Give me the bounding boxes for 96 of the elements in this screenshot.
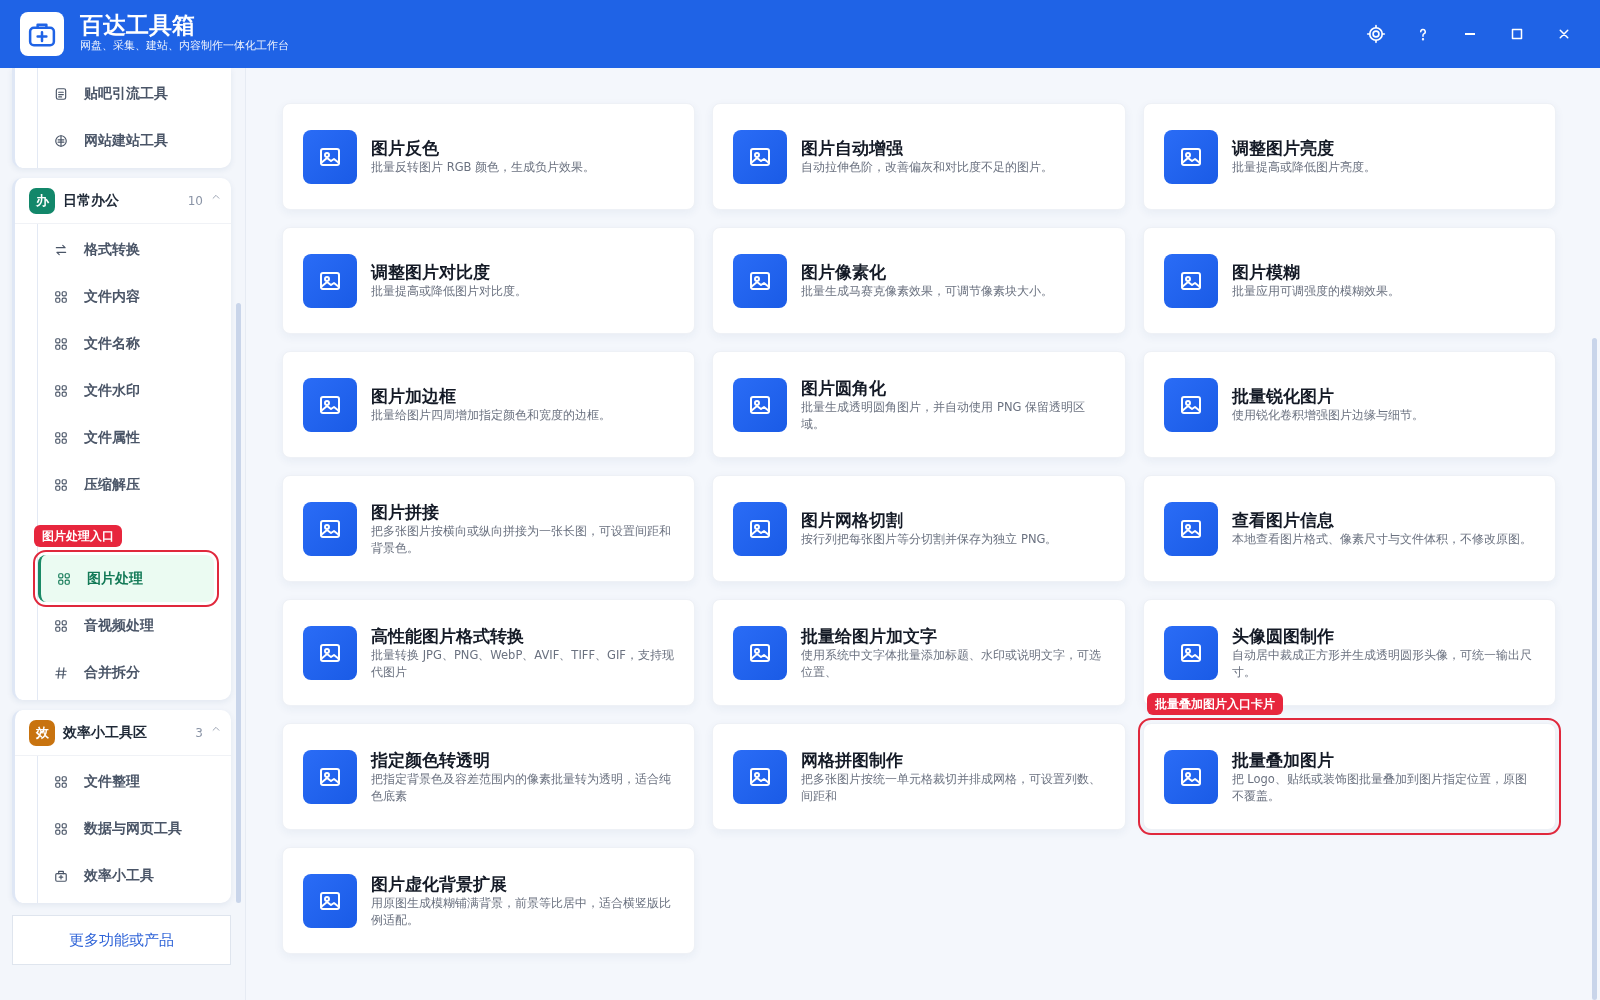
card-title: 查看图片信息 xyxy=(1231,509,1335,532)
app-subtitle: 网盘、采集、建站、内容制作一体化工作台 xyxy=(80,38,289,55)
grid-icon xyxy=(54,821,68,836)
scrollbar-thumb[interactable] xyxy=(1592,338,1597,1000)
grid-icon xyxy=(54,618,68,633)
tool-card[interactable]: 图片虚化背景扩展 用原图生成模糊铺满背景，前景等比居中，适合横竖版比例适配。 xyxy=(282,847,696,954)
globe-icon xyxy=(54,133,68,148)
grid-icon xyxy=(54,336,68,351)
tool-card[interactable]: 批量给图片加文字 使用系统中文字体批量添加标题、水印或说明文字，可选位置、 xyxy=(712,599,1126,706)
card-description: 用原图生成模糊铺满背景，前景等比居中，适合横竖版比例适配。 xyxy=(371,894,672,929)
card-description: 批量生成透明圆角图片，并自动使用 PNG 保留透明区域。 xyxy=(801,398,1087,433)
card-description: 把 Logo、贴纸或装饰图批量叠加到图片指定位置，原图不覆盖。 xyxy=(1231,770,1528,805)
card-title: 图片虚化背景扩展 xyxy=(371,872,508,895)
card-title: 图片网格切割 xyxy=(801,509,905,532)
minimize-icon xyxy=(1465,33,1475,35)
card-description: 使用锐化卷积增强图片边缘与细节。 xyxy=(1231,407,1425,424)
tool-card[interactable]: 指定颜色转透明 把指定背景色及容差范围内的像素批量转为透明，适合纯色底素 xyxy=(282,723,696,830)
card-description: 使用系统中文字体批量添加标题、水印或说明文字，可选位置、 xyxy=(801,646,1103,681)
card-title: 调整图片亮度 xyxy=(1231,137,1335,160)
more-products-button[interactable]: 更多功能或产品 xyxy=(12,915,231,965)
grid-icon xyxy=(54,289,68,304)
card-description: 把指定背景色及容差范围内的像素批量转为透明，适合纯色底素 xyxy=(371,770,672,805)
sidebar-item[interactable]: 贴吧引流工具 xyxy=(38,70,231,117)
tool-card[interactable]: 图片拼接 把多张图片按横向或纵向拼接为一张长图，可设置间距和背景色。 xyxy=(282,475,696,582)
group-title[interactable]: 效率小工具区 xyxy=(63,722,147,743)
card-title: 网格拼图制作 xyxy=(801,748,905,771)
scrollbar-thumb[interactable] xyxy=(236,303,241,903)
tool-card[interactable]: 图片圆角化 批量生成透明圆角图片，并自动使用 PNG 保留透明区域。 xyxy=(712,351,1126,458)
tool-card[interactable]: 图片反色 批量反转图片 RGB 颜色，生成负片效果。 xyxy=(282,103,696,210)
group-count: 10 xyxy=(187,192,203,210)
grid-icon xyxy=(57,571,71,586)
sidebar-item[interactable]: 文件属性 xyxy=(38,414,231,461)
sidebar-item[interactable]: 文件整理 xyxy=(38,758,231,805)
group-count: 3 xyxy=(195,724,203,742)
card-description: 批量提高或降低图片亮度。 xyxy=(1231,159,1377,176)
card-title: 图片像素化 xyxy=(801,261,888,284)
sidebar-item[interactable]: 格式转换 xyxy=(38,226,231,273)
sidebar-item[interactable]: 音视频处理 xyxy=(38,602,231,649)
card-description: 批量给图片四周增加指定颜色和宽度的边框。 xyxy=(371,407,612,424)
app-title: 百达工具箱 xyxy=(80,13,196,39)
annotation-tag: 批量叠加图片入口卡片 xyxy=(1146,693,1283,715)
card-title: 调整图片对比度 xyxy=(371,261,491,284)
grid-icon xyxy=(54,383,68,398)
toolbox-icon xyxy=(54,868,68,883)
card-description: 把多张图片按横向或纵向拼接为一张长图，可设置间距和背景色。 xyxy=(371,522,672,557)
card-description: 把多张图片按统一单元格裁切并排成网格，可设置列数、间距和 xyxy=(801,770,1103,805)
sidebar-item[interactable]: 网站建站工具 xyxy=(38,117,231,164)
group-title[interactable]: 日常办公 xyxy=(63,190,119,211)
grid-icon xyxy=(54,774,68,789)
tool-card[interactable]: 高性能图片格式转换 批量转换 JPG、PNG、WebP、AVIF、TIFF、GIF，支持现代图片 xyxy=(282,599,696,706)
card-description: 批量生成马赛克像素效果，可调节像素块大小。 xyxy=(801,283,1055,300)
sidebar-item[interactable]: 数据与网页工具 xyxy=(38,805,231,852)
sidebar-item[interactable]: 文件内容 xyxy=(38,273,231,320)
tool-card[interactable]: 调整图片对比度 批量提高或降低图片对比度。 xyxy=(282,227,696,334)
card-title: 图片自动增强 xyxy=(801,137,905,160)
card-title: 批量给图片加文字 xyxy=(801,624,939,647)
tool-card[interactable]: 网格拼图制作 把多张图片按统一单元格裁切并排成网格，可设置列数、间距和 xyxy=(712,723,1126,830)
grid-icon xyxy=(54,477,68,492)
sidebar-item[interactable]: 压缩解压 xyxy=(38,461,231,508)
tool-card[interactable]: 调整图片亮度 批量提高或降低图片亮度。 xyxy=(1142,103,1556,210)
card-title: 批量叠加图片 xyxy=(1231,748,1335,771)
card-description: 批量转换 JPG、PNG、WebP、AVIF、TIFF、GIF，支持现代图片 xyxy=(371,646,675,681)
card-title: 头像圆图制作 xyxy=(1231,624,1335,647)
sidebar-item[interactable]: 合并拆分 xyxy=(38,649,231,696)
card-title: 图片反色 xyxy=(371,137,440,160)
tool-card[interactable]: 图片网格切割 按行列把每张图片等分切割并保存为独立 PNG。 xyxy=(712,475,1126,582)
tool-card[interactable]: 图片模糊 批量应用可调强度的模糊效果。 xyxy=(1142,227,1556,334)
settings-icon xyxy=(1366,24,1386,44)
sidebar-item[interactable]: 文件名称 xyxy=(38,320,231,367)
card-title: 图片圆角化 xyxy=(801,376,888,399)
group-badge: 办 xyxy=(29,187,55,214)
tool-card[interactable]: 批量锐化图片 使用锐化卷积增强图片边缘与细节。 xyxy=(1142,351,1556,458)
grid-icon xyxy=(54,430,68,445)
card-title: 批量锐化图片 xyxy=(1231,385,1335,408)
sidebar-item[interactable]: 文件水印 xyxy=(38,367,231,414)
tool-card[interactable]: 图片加边框 批量给图片四周增加指定颜色和宽度的边框。 xyxy=(282,351,696,458)
card-description: 批量提高或降低图片对比度。 xyxy=(371,283,528,300)
tool-card[interactable]: 查看图片信息 本地查看图片格式、像素尺寸与文件体积，不修改原图。 xyxy=(1142,475,1556,582)
document-icon xyxy=(54,86,68,101)
group-badge: 效 xyxy=(29,719,55,746)
card-title: 指定颜色转透明 xyxy=(371,748,491,771)
sidebar-item[interactable]: 效率小工具 xyxy=(38,852,231,899)
card-description: 本地查看图片格式、像素尺寸与文件体积，不修改原图。 xyxy=(1231,531,1533,548)
tool-card[interactable]: 图片像素化 批量生成马赛克像素效果，可调节像素块大小。 xyxy=(712,227,1126,334)
card-title: 图片模糊 xyxy=(1231,261,1301,284)
card-description: 批量应用可调强度的模糊效果。 xyxy=(1231,283,1401,300)
annotation-tag: 图片处理入口 xyxy=(34,525,122,547)
card-description: 按行列把每张图片等分切割并保存为独立 PNG。 xyxy=(801,531,1059,548)
card-title: 图片拼接 xyxy=(371,500,440,523)
card-description: 批量反转图片 RGB 颜色，生成负片效果。 xyxy=(371,159,597,176)
card-title: 高性能图片格式转换 xyxy=(371,624,525,647)
hash-icon xyxy=(54,665,68,680)
card-title: 图片加边框 xyxy=(371,385,457,408)
tool-card[interactable]: 图片自动增强 自动拉伸色阶，改善偏灰和对比度不足的图片。 xyxy=(712,103,1126,210)
card-description: 自动拉伸色阶，改善偏灰和对比度不足的图片。 xyxy=(801,159,1055,176)
card-description: 自动居中裁成正方形并生成透明圆形头像，可统一输出尺寸。 xyxy=(1231,646,1533,681)
